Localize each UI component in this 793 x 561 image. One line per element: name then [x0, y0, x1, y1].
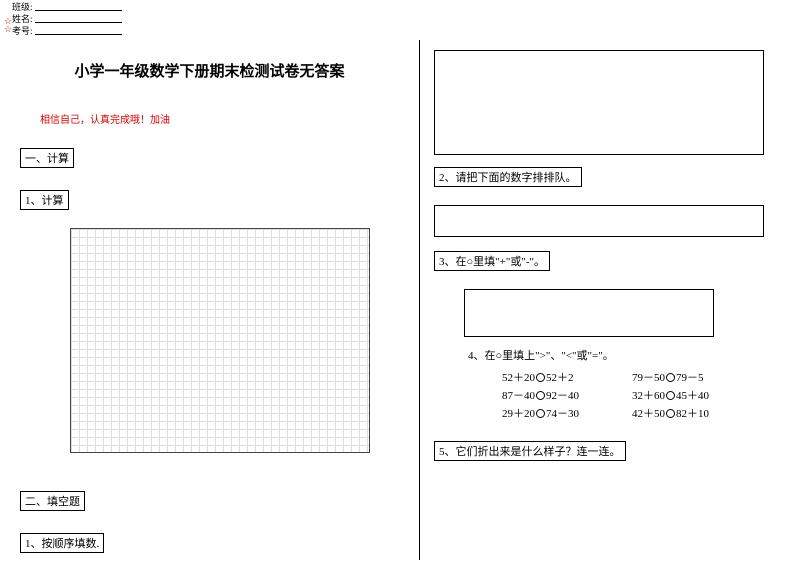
question-5: 5、它们折出来是什么样子？连一连。: [434, 441, 626, 461]
question-4: 4、在○里填上">"、"<"或"="。: [468, 347, 779, 363]
circle-blank: [536, 391, 545, 400]
answer-box-large: [434, 50, 764, 155]
comparison-right: 42＋5082＋10: [632, 405, 762, 423]
question-2: 2、请把下面的数字排排队。: [434, 167, 582, 187]
star-icon: ☆: [4, 24, 12, 35]
comparison-right: 79－5079－5: [632, 369, 762, 387]
page-columns: 小学一年级数学下册期末检测试卷无答案 相信自己，认真完成哦！加油 一、计算 1、…: [0, 40, 793, 560]
comparison-row: 52＋2052＋279－5079－5: [502, 369, 779, 387]
section-2-heading: 二、填空题: [20, 491, 85, 511]
comparison-row: 87－4092－4032＋6045＋40: [502, 387, 779, 405]
answer-box-q3: [464, 289, 714, 337]
name-fill-line: [35, 15, 122, 23]
section-1-sub-1: 1、计算: [20, 190, 69, 210]
question-3: 3、在○里填"+"或"-"。: [434, 251, 550, 271]
comparison-left: 52＋2052＋2: [502, 369, 632, 387]
comparison-left: 87－4092－40: [502, 387, 632, 405]
encouragement-text: 相信自己，认真完成哦！加油: [40, 111, 399, 126]
comparison-right: 32＋6045＋40: [632, 387, 762, 405]
circle-blank: [666, 409, 675, 418]
right-column: 2、请把下面的数字排排队。 3、在○里填"+"或"-"。 4、在○里填上">"、…: [420, 40, 793, 560]
student-info-box: 班级: 姓名: 考号:: [12, 2, 122, 38]
circle-blank: [666, 373, 675, 382]
calculation-grid-image: [70, 228, 370, 453]
circle-blank: [536, 373, 545, 382]
class-label: 班级:: [12, 2, 33, 12]
page-title: 小学一年级数学下册期末检测试卷无答案: [20, 60, 399, 81]
comparison-left: 29＋2074－30: [502, 405, 632, 423]
comparison-row: 29＋2074－3042＋5082＋10: [502, 405, 779, 423]
exam-no-label: 考号:: [12, 26, 33, 36]
section-2-sub-1: 1、按顺序填数.: [20, 533, 104, 553]
class-fill-line: [35, 3, 122, 11]
answer-box-q2: [434, 205, 764, 237]
circle-blank: [536, 409, 545, 418]
name-label: 姓名:: [12, 14, 33, 24]
section-1-heading: 一、计算: [20, 148, 74, 168]
exam-no-fill-line: [35, 27, 122, 35]
circle-blank: [666, 391, 675, 400]
left-column: 小学一年级数学下册期末检测试卷无答案 相信自己，认真完成哦！加油 一、计算 1、…: [0, 40, 420, 560]
question-4-block: 4、在○里填上">"、"<"或"="。 52＋2052＋279－5079－587…: [468, 347, 779, 423]
